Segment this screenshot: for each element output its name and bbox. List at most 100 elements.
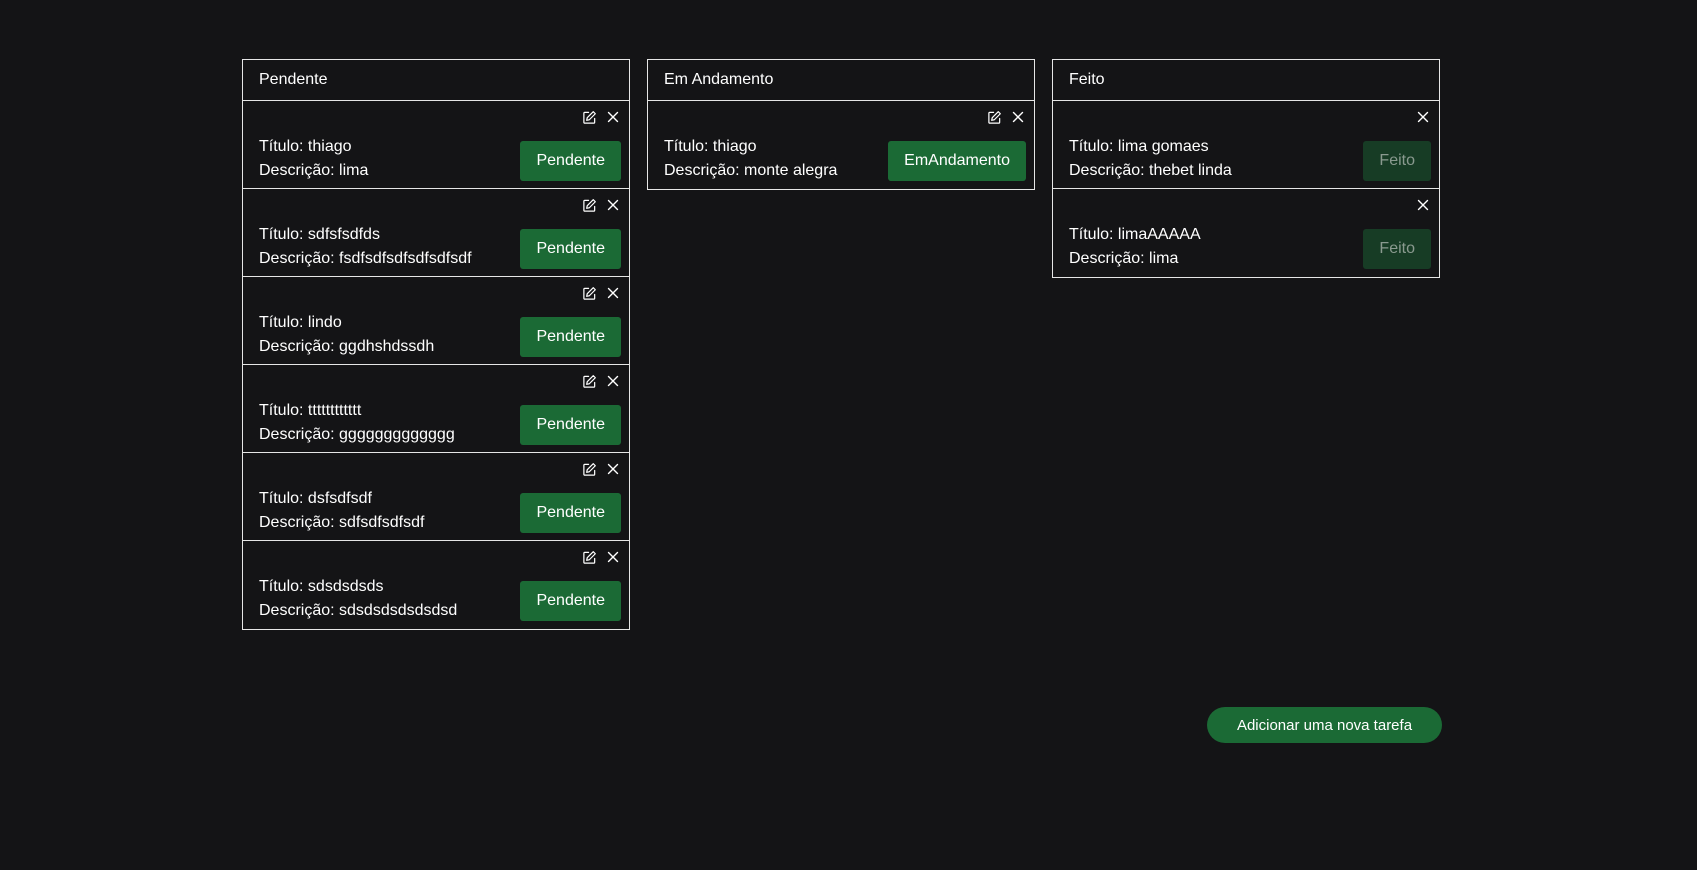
task-title-label: Título: (664, 138, 709, 155)
task-card: Título: sdfsfsdfds Descrição: fsdfsdfsdfs… (243, 189, 629, 277)
task-list: Título: thiago Descrição: monte alegra EmA… (648, 101, 1034, 189)
task-card: Título: lima gomaes Descrição: thebet lin… (1053, 101, 1439, 189)
task-title-label: Título: (259, 226, 304, 243)
task-description-label: Descrição: (1069, 250, 1145, 267)
task-description-line: Descrição: fsdfsdfsdfsdfsdfsdf (259, 247, 472, 271)
task-details: Título: tttttttttttt Descrição: ggggggggg… (259, 399, 455, 447)
task-details: Título: limaAAAAA Descrição: lima (1069, 223, 1201, 271)
close-icon[interactable] (605, 373, 621, 389)
task-title-value: thiago (712, 138, 757, 155)
close-icon[interactable] (605, 549, 621, 565)
close-icon[interactable] (605, 461, 621, 477)
task-description-line: Descrição: ggdhshdssdh (259, 335, 434, 359)
task-description-label: Descrição: (259, 338, 335, 355)
task-card: Título: sdsdsdsds Descrição: sdsdsdsdsdsd… (243, 541, 629, 629)
task-description-value: ggggggggggggg (339, 426, 455, 443)
task-title-value: sdfsfsdfds (307, 226, 380, 243)
card-actions (1415, 109, 1431, 125)
edit-icon[interactable] (581, 373, 597, 389)
status-button[interactable]: Pendente (520, 317, 621, 357)
task-description-line: Descrição: lima (259, 159, 368, 183)
task-description-value: lima (339, 162, 369, 179)
task-title-label: Título: (259, 578, 304, 595)
task-description-label: Descrição: (664, 162, 740, 179)
task-title-line: Título: limaAAAAA (1069, 223, 1201, 247)
task-description-label: Descrição: (259, 250, 335, 267)
task-description-label: Descrição: (259, 426, 335, 443)
close-icon[interactable] (605, 109, 621, 125)
task-title-line: Título: sdsdsdsds (259, 575, 457, 599)
task-title-line: Título: thiago (664, 135, 837, 159)
status-button[interactable]: Pendente (520, 405, 621, 445)
task-card: Título: dsfsdfsdf Descrição: sdfsdfsdfsdf… (243, 453, 629, 541)
close-icon[interactable] (605, 285, 621, 301)
task-details: Título: thiago Descrição: lima (259, 135, 368, 183)
column-feito: Feito Título: lima gomaes Descrição: thebe… (1052, 59, 1440, 278)
task-description-value: sdfsdfsdfsdf (339, 514, 425, 531)
task-description-label: Descrição: (1069, 162, 1145, 179)
task-card: Título: limaAAAAA Descrição: lima Feito (1053, 189, 1439, 277)
status-button[interactable]: Feito (1363, 141, 1431, 181)
task-description-label: Descrição: (259, 514, 335, 531)
task-title-line: Título: lindo (259, 311, 434, 335)
card-actions (986, 109, 1026, 125)
close-icon[interactable] (1415, 197, 1431, 213)
task-details: Título: sdsdsdsds Descrição: sdsdsdsdsdsd… (259, 575, 457, 623)
task-title-line: Título: lima gomaes (1069, 135, 1232, 159)
task-title-line: Título: sdfsfsdfds (259, 223, 472, 247)
task-title-label: Título: (259, 402, 304, 419)
task-description-value: lima (1149, 250, 1179, 267)
task-details: Título: lindo Descrição: ggdhshdssdh (259, 311, 434, 359)
column-title: Em Andamento (648, 60, 1034, 101)
card-actions (1415, 197, 1431, 213)
task-description-line: Descrição: ggggggggggggg (259, 423, 455, 447)
status-button[interactable]: Feito (1363, 229, 1431, 269)
task-details: Título: thiago Descrição: monte alegra (664, 135, 837, 183)
task-title-line: Título: thiago (259, 135, 368, 159)
add-task-button[interactable]: Adicionar uma nova tarefa (1207, 707, 1442, 743)
close-icon[interactable] (1010, 109, 1026, 125)
task-list: Título: thiago Descrição: lima Pendente Tít… (243, 101, 629, 629)
status-button[interactable]: EmAndamento (888, 141, 1026, 181)
edit-icon[interactable] (581, 285, 597, 301)
card-actions (581, 461, 621, 477)
status-button[interactable]: Pendente (520, 229, 621, 269)
task-title-line: Título: tttttttttttt (259, 399, 455, 423)
task-title-line: Título: dsfsdfsdf (259, 487, 424, 511)
edit-icon[interactable] (986, 109, 1002, 125)
task-title-label: Título: (1069, 226, 1114, 243)
edit-icon[interactable] (581, 549, 597, 565)
status-button[interactable]: Pendente (520, 581, 621, 621)
column-title: Pendente (243, 60, 629, 101)
task-description-line: Descrição: sdsdsdsdsdsdsd (259, 599, 457, 623)
task-description-label: Descrição: (259, 602, 335, 619)
card-actions (581, 285, 621, 301)
status-button[interactable]: Pendente (520, 493, 621, 533)
task-title-label: Título: (259, 490, 304, 507)
task-card: Título: tttttttttttt Descrição: ggggggggg… (243, 365, 629, 453)
task-list: Título: lima gomaes Descrição: thebet lin… (1053, 101, 1439, 277)
edit-icon[interactable] (581, 461, 597, 477)
task-description-line: Descrição: monte alegra (664, 159, 837, 183)
task-description-value: monte alegra (744, 162, 838, 179)
task-description-value: thebet linda (1149, 162, 1232, 179)
task-card: Título: lindo Descrição: ggdhshdssdh Pende… (243, 277, 629, 365)
task-card: Título: thiago Descrição: monte alegra EmA… (648, 101, 1034, 189)
status-button[interactable]: Pendente (520, 141, 621, 181)
task-title-label: Título: (259, 314, 304, 331)
edit-icon[interactable] (581, 109, 597, 125)
task-title-value: lima gomaes (1117, 138, 1209, 155)
card-actions (581, 373, 621, 389)
task-details: Título: dsfsdfsdf Descrição: sdfsdfsdfsdf (259, 487, 424, 535)
edit-icon[interactable] (581, 197, 597, 213)
column-title: Feito (1053, 60, 1439, 101)
close-icon[interactable] (605, 197, 621, 213)
close-icon[interactable] (1415, 109, 1431, 125)
task-title-label: Título: (259, 138, 304, 155)
task-title-label: Título: (1069, 138, 1114, 155)
task-title-value: thiago (307, 138, 352, 155)
kanban-board: Pendente Título: thiago Descrição: lima Pen… (242, 59, 1440, 630)
task-title-value: sdsdsdsds (307, 578, 384, 595)
card-actions (581, 549, 621, 565)
column-pendente: Pendente Título: thiago Descrição: lima Pen… (242, 59, 630, 630)
